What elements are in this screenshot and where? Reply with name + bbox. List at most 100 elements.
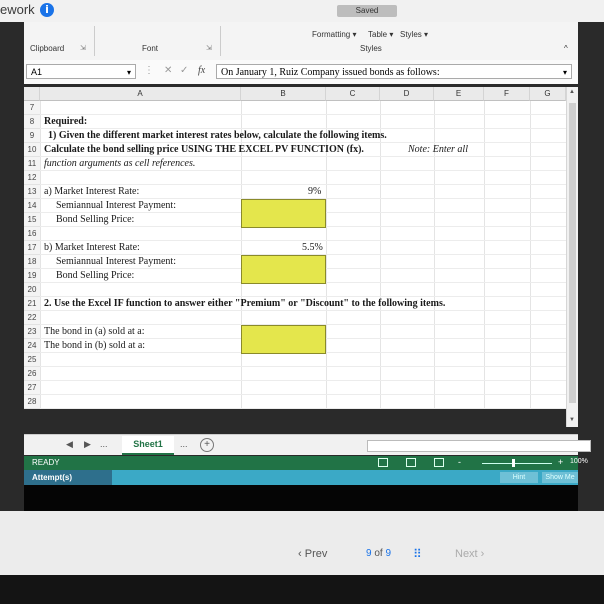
add-sheet-button[interactable]: + [200, 438, 214, 452]
zoom-slider[interactable] [482, 463, 552, 464]
column-header-d[interactable]: D [380, 87, 434, 101]
clipboard-launcher-icon[interactable]: ⇲ [80, 44, 86, 52]
row-header[interactable]: 23 [24, 325, 40, 340]
row-header[interactable]: 27 [24, 381, 40, 396]
grid-line [40, 366, 578, 367]
cancel-icon[interactable]: ✕ [164, 65, 172, 76]
column-header-f[interactable]: F [484, 87, 530, 101]
row-header[interactable]: 17 [24, 241, 40, 256]
zoom-slider-knob[interactable] [512, 459, 515, 467]
attempt-bar: Attempt(s) Hint Show Me [24, 470, 578, 485]
total-pages: 9 [385, 548, 392, 559]
cell-market-rate-b-value[interactable]: 5.5% [302, 241, 323, 255]
page-of-label: of [374, 548, 383, 559]
answer-input-a[interactable] [241, 199, 326, 228]
cell-semiannual-payment-b-label[interactable]: Semiannual Interest Payment: [56, 255, 176, 269]
row-header[interactable]: 10 [24, 143, 40, 158]
vertical-scrollbar[interactable]: ▲ ▼ [566, 87, 578, 427]
formula-input[interactable]: On January 1, Ruiz Company issued bonds … [216, 64, 572, 79]
cell-bond-price-b-label[interactable]: Bond Selling Price: [56, 269, 134, 283]
status-bar: READY - + 100% [24, 456, 588, 470]
enter-icon[interactable]: ✓ [180, 65, 188, 76]
collapse-ribbon-icon[interactable]: ^ [564, 44, 568, 53]
cell-semiannual-payment-a-label[interactable]: Semiannual Interest Payment: [56, 199, 176, 213]
row-header[interactable]: 19 [24, 269, 40, 284]
formula-bar: A1 ▾ ⋮ ✕ ✓ fx On January 1, Ruiz Company… [24, 60, 578, 84]
row-header[interactable]: 20 [24, 283, 40, 298]
normal-view-icon[interactable] [378, 458, 388, 467]
cell-instruction-note[interactable]: Note: Enter all [408, 143, 468, 157]
answer-input-premium-discount[interactable] [241, 325, 326, 354]
column-header-g[interactable]: G [530, 87, 566, 101]
column-header-c[interactable]: C [326, 87, 380, 101]
zoom-in-button[interactable]: + [558, 457, 563, 467]
font-launcher-icon[interactable]: ⇲ [206, 44, 212, 52]
cell-bond-a-sold-label[interactable]: The bond in (a) sold at a: [44, 325, 145, 339]
cell-market-rate-a-label[interactable]: a) Market Interest Rate: [44, 185, 139, 199]
column-header-a[interactable]: A [40, 87, 241, 101]
name-box[interactable]: A1 ▾ [26, 64, 136, 79]
styles-button[interactable]: Styles ▾ [400, 30, 428, 39]
row-header[interactable]: 25 [24, 353, 40, 368]
cell-required-heading[interactable]: Required: [44, 115, 87, 129]
column-header-b[interactable]: B [241, 87, 326, 101]
name-box-value: A1 [31, 67, 43, 77]
row-header[interactable]: 9 [24, 129, 40, 144]
tab-more-right[interactable]: ... [180, 439, 188, 449]
ribbon-separator [94, 26, 95, 56]
tab-scroll-right-icon[interactable]: ▶ [84, 439, 91, 450]
cell-instruction-3[interactable]: function arguments as cell references. [44, 157, 195, 171]
row-header[interactable]: 11 [24, 157, 40, 172]
zoom-level[interactable]: 100% [570, 458, 588, 465]
row-header[interactable]: 22 [24, 311, 40, 326]
table-button[interactable]: Table ▾ [368, 30, 393, 39]
row-header[interactable]: 24 [24, 339, 40, 354]
grid-menu-icon[interactable]: ⠿ [413, 548, 425, 560]
show-me-button[interactable]: Show Me [542, 472, 578, 483]
scroll-thumb[interactable] [569, 103, 576, 403]
cell-if-instruction[interactable]: 2. Use the Excel IF function to answer e… [44, 297, 445, 311]
row-header[interactable]: 28 [24, 395, 40, 409]
formatting-button[interactable]: Formatting ▾ [312, 30, 356, 39]
row-header[interactable]: 7 [24, 101, 40, 116]
scroll-down-icon[interactable]: ▼ [569, 417, 575, 423]
row-header[interactable]: 16 [24, 227, 40, 242]
next-button[interactable]: Next › [455, 548, 484, 560]
tab-sheet1[interactable]: Sheet1 [122, 436, 174, 455]
chevron-down-icon[interactable]: ▾ [127, 65, 131, 80]
cell-market-rate-a-value[interactable]: 9% [308, 185, 321, 199]
horizontal-scrollbar[interactable] [367, 440, 591, 452]
row-header[interactable]: 8 [24, 115, 40, 130]
cell-instruction-1[interactable]: 1) Given the different market interest r… [48, 129, 387, 143]
row-header[interactable]: 13 [24, 185, 40, 200]
cell-instruction-2[interactable]: Calculate the bond selling price USING T… [44, 143, 364, 157]
content-divider [24, 485, 578, 511]
row-header[interactable]: 12 [24, 171, 40, 186]
row-header[interactable]: 26 [24, 367, 40, 382]
prev-button[interactable]: ‹ Prev [298, 548, 327, 560]
row-header[interactable]: 21 [24, 297, 40, 312]
page-layout-view-icon[interactable] [406, 458, 416, 467]
info-icon[interactable]: i [40, 3, 54, 17]
scroll-up-icon[interactable]: ▲ [569, 89, 575, 95]
spreadsheet-grid[interactable]: A B C D E F G H 789101112131415161718192… [24, 87, 578, 409]
cell-bond-price-a-label[interactable]: Bond Selling Price: [56, 213, 134, 227]
row-header[interactable]: 18 [24, 255, 40, 270]
insert-function-icon[interactable]: fx [198, 65, 205, 76]
cell-market-rate-b-label[interactable]: b) Market Interest Rate: [44, 241, 140, 255]
answer-input-b[interactable] [241, 255, 326, 284]
chevron-down-icon[interactable]: ▾ [563, 65, 567, 78]
column-header-e[interactable]: E [434, 87, 484, 101]
cell-bond-b-sold-label[interactable]: The bond in (b) sold at a: [44, 339, 145, 353]
page-break-view-icon[interactable] [434, 458, 444, 467]
tab-more-left[interactable]: ... [100, 439, 108, 449]
row-header[interactable]: 15 [24, 213, 40, 228]
tab-scroll-left-icon[interactable]: ◀ [66, 439, 73, 450]
select-all-corner[interactable] [24, 87, 40, 101]
zoom-out-button[interactable]: - [458, 457, 461, 467]
top-bar: ework i Saved [0, 0, 604, 22]
hint-button[interactable]: Hint [500, 472, 538, 483]
row-header[interactable]: 14 [24, 199, 40, 214]
ribbon: Formatting ▾ Table ▾ Styles ▾ Clipboard … [24, 22, 578, 61]
more-options-icon[interactable]: ⋮ [144, 65, 154, 76]
